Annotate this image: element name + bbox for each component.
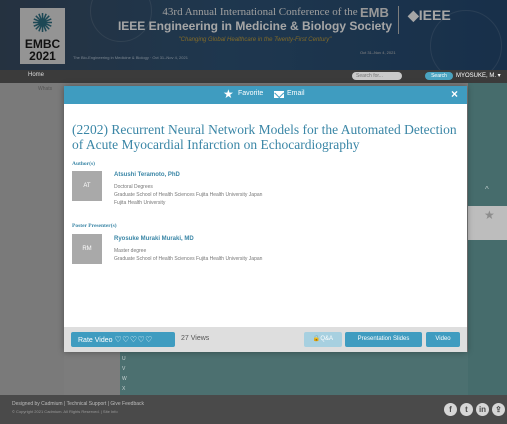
modal-overlay: [0, 0, 507, 70]
rate-video-label: Rate Video: [78, 337, 113, 344]
letter-index-item[interactable]: W: [122, 376, 127, 382]
author-affiliation: Graduate School of Health Sciences Fujit…: [114, 192, 263, 198]
page-footer: Designed by Cadmium | Technical Support …: [0, 395, 507, 424]
author-name[interactable]: Atsushi Teramoto, PhD: [114, 172, 180, 178]
left-panel: [0, 83, 64, 395]
letter-index-item[interactable]: U: [122, 356, 126, 362]
presenters-heading: Poster Presenter(s): [72, 223, 117, 229]
mail-icon[interactable]: [274, 91, 284, 98]
presenter-affiliation: Graduate School of Health Sciences Fujit…: [114, 256, 263, 262]
heart-icon[interactable]: ♡♡♡♡♡: [114, 335, 152, 344]
nav-home-link[interactable]: Home: [28, 72, 44, 78]
video-button[interactable]: Video: [426, 332, 460, 347]
favorite-button[interactable]: Favorite: [238, 90, 263, 97]
modal-footer: Rate Video ♡♡♡♡♡ 27 Views 🔒Q&A Presentat…: [64, 327, 467, 352]
session-modal: ★ Favorite Email × (2202) Recurrent Neur…: [64, 86, 467, 352]
top-navbar: Home Search MYOSUKE, M. ▾: [0, 70, 507, 83]
letter-index-item[interactable]: V: [122, 366, 125, 372]
presenter-name[interactable]: Ryosuke Muraki Muraki, MD: [114, 236, 194, 242]
letter-index-column: [120, 352, 468, 395]
session-title: (2202) Recurrent Neural Network Models f…: [72, 122, 457, 152]
author-degree: Doctoral Degrees: [114, 184, 153, 190]
view-count: 27 Views: [181, 335, 210, 342]
twitter-icon[interactable]: t: [460, 403, 473, 416]
modal-header: ★ Favorite Email ×: [64, 86, 467, 104]
search-button[interactable]: Search: [425, 72, 453, 80]
linkedin-icon[interactable]: in: [476, 403, 489, 416]
user-menu[interactable]: MYOSUKE, M. ▾: [456, 72, 501, 79]
letter-index-item[interactable]: X: [122, 386, 125, 392]
avatar: RM: [72, 234, 102, 264]
footer-copyright: © Copyright 2021 Cadmium. All Rights Res…: [12, 409, 118, 414]
star-icon[interactable]: ★: [484, 208, 495, 222]
presenter-degree: Master degree: [114, 248, 147, 254]
star-icon[interactable]: ★: [223, 87, 234, 101]
search-input[interactable]: [352, 72, 402, 80]
footer-links[interactable]: Designed by Cadmium | Technical Support …: [12, 401, 144, 407]
presentation-slides-button[interactable]: Presentation Slides: [345, 332, 422, 347]
author-organization: Fujita Health University: [114, 200, 166, 206]
authors-heading: Author(s): [72, 161, 95, 167]
facebook-icon[interactable]: f: [444, 403, 457, 416]
conference-banner: ✺ EMBC 2021 The Bio-Engineering in Medic…: [0, 0, 507, 70]
chevron-up-icon[interactable]: ^: [485, 185, 489, 194]
left-panel-label: Whats: [38, 86, 53, 92]
rate-video-button[interactable]: Rate Video ♡♡♡♡♡: [71, 332, 175, 347]
share-icon[interactable]: ⇪: [492, 403, 505, 416]
close-icon[interactable]: ×: [451, 87, 458, 101]
qa-button[interactable]: 🔒Q&A: [304, 332, 342, 347]
avatar: AT: [72, 171, 102, 201]
email-button[interactable]: Email: [287, 90, 305, 97]
